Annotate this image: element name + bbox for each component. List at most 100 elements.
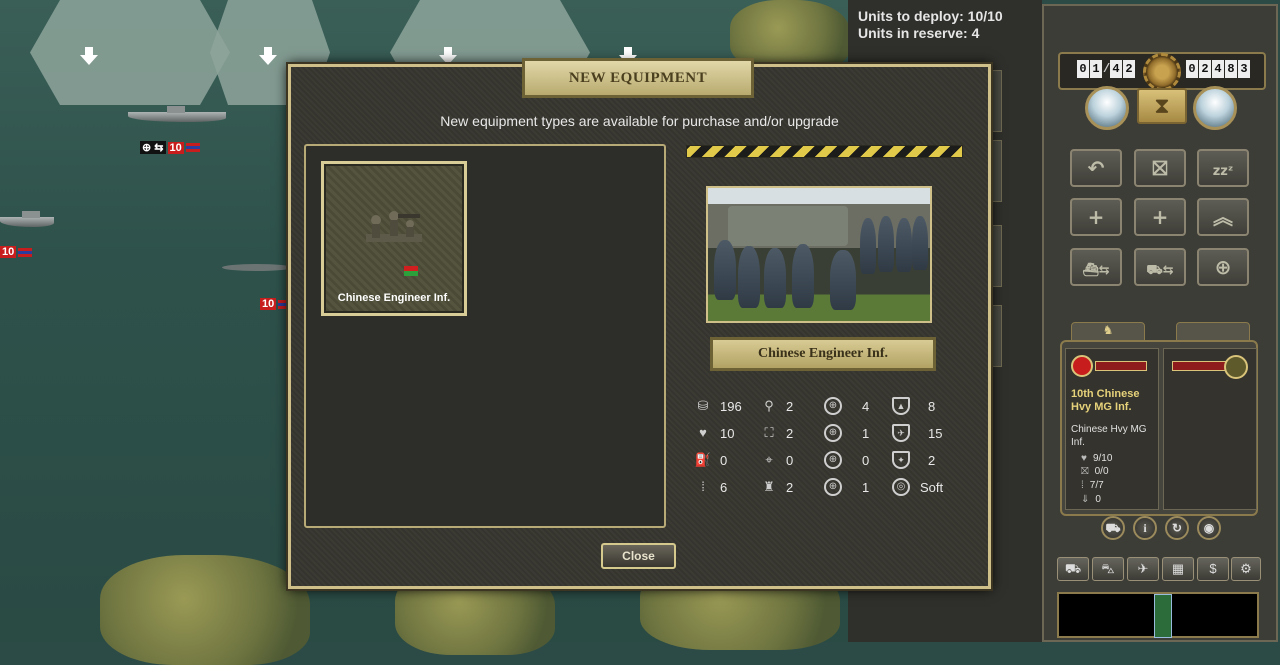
infantry-icon: ♞ xyxy=(1102,323,1114,337)
unit-ammo: ⁞ 7/7 xyxy=(1081,480,1104,491)
grid-icon: ▦ xyxy=(1171,561,1185,576)
reserve-slot[interactable] xyxy=(990,225,1002,287)
stat-ground-defense: ▲ 8 xyxy=(892,396,935,416)
embark-land-button[interactable]: ⛟⇆ xyxy=(1134,248,1186,286)
plane-icon: ✈ xyxy=(1137,561,1149,576)
ground-defense-icon: ▲ xyxy=(892,397,910,415)
prestige-counter: 0 2 4 8 3 xyxy=(1186,60,1250,78)
embark-naval-button[interactable]: ⛴⇆ xyxy=(1070,248,1122,286)
unit-photo xyxy=(706,186,932,323)
equipment-item[interactable]: Chinese Engineer Inf. xyxy=(321,161,467,316)
air-attack-icon: ⊕ xyxy=(824,451,842,469)
purchase-button[interactable]: $ xyxy=(1197,557,1229,581)
submarine-unit[interactable] xyxy=(222,264,292,271)
unit-status-icon: ⊕ ⇆ xyxy=(140,141,166,154)
stat-soft-attack: ⊕ 4 xyxy=(824,396,869,416)
reserve-slot[interactable] xyxy=(990,70,1002,132)
undo-button[interactable]: ↶ xyxy=(1070,149,1122,187)
air-units-button[interactable]: ✈ xyxy=(1127,557,1159,581)
grid-toggle-button[interactable]: ▦ xyxy=(1162,557,1194,581)
naval-attack-icon: ⊕ xyxy=(824,478,842,496)
fuel-icon: ⛝ xyxy=(1081,466,1089,477)
deploy-info: Units to deploy: 10/10 Units in reserve:… xyxy=(858,8,1003,42)
cruiser-unit[interactable] xyxy=(0,211,54,227)
transport-button[interactable]: ⛍ xyxy=(1092,557,1124,581)
stat-hard-attack: ⊕ 1 xyxy=(824,423,869,443)
china-flag-icon xyxy=(404,266,418,276)
dialog-subtitle: New equipment types are available for pu… xyxy=(440,113,839,129)
close-defense-icon: ✦ xyxy=(892,451,910,469)
equipment-nameplate: Chinese Engineer Inf. xyxy=(710,337,936,371)
sleep-button[interactable]: zzᶻ xyxy=(1197,149,1249,187)
weather-globe-icon[interactable] xyxy=(1085,86,1129,130)
engineer-infantry-icon xyxy=(366,211,422,242)
stat-air-attack: ⊕ 0 xyxy=(824,450,869,470)
reserve-slot[interactable] xyxy=(990,140,1002,202)
supply-icon: ⛝ xyxy=(1152,156,1168,180)
upgrade-button[interactable]: ︽ xyxy=(1197,198,1249,236)
range-icon: ⌖ xyxy=(765,452,773,467)
chevron-up-icon: ︽ xyxy=(1213,205,1233,229)
turn-counter: 0 1 / 4 2 xyxy=(1077,60,1135,78)
vehicle-shape xyxy=(728,206,848,246)
china-flag-icon xyxy=(1071,355,1093,377)
unit-view-button[interactable]: ⛟ xyxy=(1101,516,1125,540)
elite-reinforce-button[interactable]: + xyxy=(1134,198,1186,236)
stat-strength: ♥ 10 xyxy=(694,423,734,443)
initiative-icon: ♜ xyxy=(763,479,775,494)
experience-bar xyxy=(1095,361,1147,371)
tank-icon: ⛟ xyxy=(1105,521,1121,535)
stat-cost: ⛁ 196 xyxy=(694,396,742,416)
gear-icon[interactable] xyxy=(1143,53,1181,91)
unit-type: Chinese Hvy MG Inf. xyxy=(1071,424,1147,448)
end-turn-button[interactable]: ⧗ xyxy=(1137,88,1187,124)
unit-strength-badge: 10 xyxy=(0,246,33,258)
flag-icon xyxy=(18,247,33,257)
plus-star-icon: + xyxy=(1151,205,1169,229)
cycle-button[interactable]: ↻ xyxy=(1165,516,1189,540)
fuel-icon: ⛽ xyxy=(694,452,712,467)
ammo-icon: ⁞ xyxy=(701,479,705,494)
stat-movement: ⚲ 2 xyxy=(760,396,793,416)
tab-other[interactable] xyxy=(1176,322,1250,342)
hourglass-icon: ⧗ xyxy=(1154,93,1170,118)
units-to-deploy: Units to deploy: 10/10 xyxy=(858,8,1003,24)
resupply-button[interactable]: ⛝ xyxy=(1134,149,1186,187)
cost-icon: ⛁ xyxy=(697,398,709,413)
tank-icon: ⛟ xyxy=(1064,561,1082,576)
destroyer-unit[interactable] xyxy=(128,106,226,122)
chat-button[interactable]: ◉ xyxy=(1197,516,1221,540)
island-terrain xyxy=(100,555,310,665)
target-button[interactable]: ⊕ xyxy=(1197,248,1249,286)
crosshair-icon: ⊕ xyxy=(1214,255,1232,279)
settings-button[interactable]: ⚙ xyxy=(1231,557,1261,581)
ground-units-button[interactable]: ⛟ xyxy=(1057,557,1089,581)
info-button[interactable]: i xyxy=(1133,516,1157,540)
stat-ammo: ⁞ 6 xyxy=(694,477,727,497)
hard-attack-icon: ⊕ xyxy=(824,424,842,442)
ship-icon: ⛴⇆ xyxy=(1082,263,1110,278)
empty-slot-icon xyxy=(1224,355,1248,379)
sleep-icon: zzᶻ xyxy=(1212,164,1234,179)
close-button[interactable]: Close xyxy=(601,543,676,569)
stat-spotting: ⛶ 2 xyxy=(760,423,793,443)
stat-initiative: ♜ 2 xyxy=(760,477,793,497)
spotting-icon: ⛶ xyxy=(764,425,774,440)
truck-icon: ⛟⇆ xyxy=(1146,263,1174,278)
tab-unit-info[interactable]: ♞ xyxy=(1071,322,1145,342)
minimap[interactable] xyxy=(1057,592,1259,638)
reserve-slot[interactable] xyxy=(990,305,1002,367)
unit-name: 10th Chinese Hvy MG Inf. xyxy=(1071,388,1140,413)
soft-attack-icon: ⊕ xyxy=(824,397,842,415)
air-defense-icon: ✈ xyxy=(892,424,910,442)
stat-fuel: ⛽ 0 xyxy=(694,452,728,468)
unit-strength: ♥ 9/10 xyxy=(1081,453,1113,464)
stat-range: ⌖ 0 xyxy=(760,450,793,470)
deployment-hex[interactable] xyxy=(30,0,230,105)
cycle-icon: ↻ xyxy=(1171,521,1183,535)
experience-bar xyxy=(1172,361,1232,371)
reinforce-button[interactable]: + xyxy=(1070,198,1122,236)
entrench-icon: ⇓ xyxy=(1081,494,1090,505)
strategic-globe-icon[interactable] xyxy=(1193,86,1237,130)
plus-icon: + xyxy=(1087,205,1105,229)
